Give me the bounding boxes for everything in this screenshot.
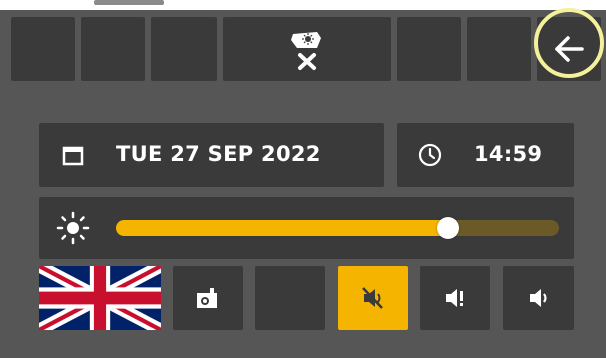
toolbar-tile-2[interactable]	[81, 17, 145, 81]
brightness-slider-fill[interactable]	[116, 220, 448, 236]
date-label: TUE 27 SEP 2022	[116, 142, 321, 166]
brightness-row	[39, 197, 574, 259]
camera-button[interactable]	[173, 266, 243, 330]
calendar-icon	[62, 146, 84, 166]
language-button[interactable]	[36, 260, 164, 336]
back-button-highlight-ring	[534, 8, 604, 78]
uk-flag-icon	[36, 260, 164, 336]
volume-button[interactable]	[503, 266, 574, 330]
clock-icon	[418, 143, 442, 167]
cropped-text-fragment	[94, 0, 164, 5]
speaker-icon	[529, 289, 547, 307]
top-white-strip	[0, 0, 606, 10]
toolbar-tile-6[interactable]	[467, 17, 531, 81]
blank-button[interactable]	[255, 266, 325, 330]
speaker-alert-icon	[446, 289, 463, 307]
date-button[interactable]: TUE 27 SEP 2022	[39, 123, 384, 187]
toolbar-tile-3[interactable]	[151, 17, 217, 81]
time-button[interactable]: 14:59	[397, 123, 574, 187]
display-brightness-close-icon	[291, 32, 321, 70]
speaker-muted-icon	[362, 287, 383, 309]
mute-button[interactable]	[338, 266, 408, 330]
toolbar-tile-1[interactable]	[11, 17, 75, 81]
brightness-icon	[56, 211, 90, 245]
time-label: 14:59	[474, 142, 543, 166]
toolbar-tile-5[interactable]	[397, 17, 461, 81]
brightness-slider-handle[interactable]	[437, 217, 459, 239]
camera-icon	[197, 288, 217, 308]
alert-volume-button[interactable]	[420, 266, 490, 330]
display-off-button[interactable]	[223, 17, 391, 81]
control-panel: TUE 27 SEP 2022 14:59	[0, 8, 606, 358]
